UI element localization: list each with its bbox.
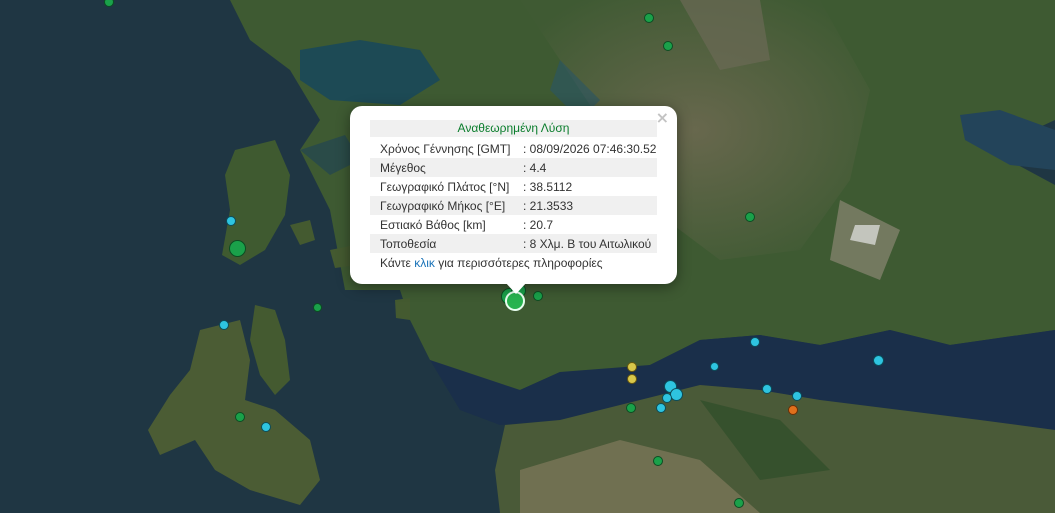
earthquake-marker[interactable]: [626, 403, 636, 413]
map-view[interactable]: × Αναθεωρημένη Λύση Χρόνος Γέννησης [GMT…: [0, 0, 1055, 513]
more-info-suffix: για περισσότερες πληροφορίες: [434, 256, 603, 270]
earthquake-marker[interactable]: [235, 412, 245, 422]
earthquake-marker[interactable]: [219, 320, 229, 330]
earthquake-marker[interactable]: [710, 362, 719, 371]
earthquake-marker[interactable]: [313, 303, 322, 312]
earthquake-marker[interactable]: [229, 240, 246, 257]
earthquake-marker[interactable]: [653, 456, 663, 466]
info-label: Μέγεθος: [370, 158, 523, 177]
earthquake-marker[interactable]: [762, 384, 772, 394]
info-row-latitude: Γεωγραφικό Πλάτος [°N] : 38.5112: [370, 177, 657, 196]
earthquake-marker[interactable]: [261, 422, 271, 432]
info-value: : 21.3533: [523, 196, 657, 215]
more-info-text: Κάντε κλικ για περισσότερες πληροφορίες: [370, 256, 657, 270]
earthquake-marker[interactable]: [788, 405, 798, 415]
earthquake-marker[interactable]: [662, 393, 672, 403]
info-value: : 20.7: [523, 217, 554, 232]
earthquake-marker[interactable]: [533, 291, 543, 301]
earthquake-info-popup: × Αναθεωρημένη Λύση Χρόνος Γέννησης [GMT…: [350, 106, 677, 284]
selected-earthquake-marker[interactable]: [505, 291, 525, 311]
info-row-depth: Εστιακό Βάθος [km] : 20.7: [370, 215, 657, 234]
popup-title: Αναθεωρημένη Λύση: [370, 120, 657, 137]
info-value: : 38.5112: [523, 179, 573, 194]
earthquake-marker[interactable]: [670, 388, 683, 401]
info-label: Χρόνος Γέννησης [GMT]: [380, 141, 511, 156]
earthquake-marker[interactable]: [750, 337, 760, 347]
earthquake-marker[interactable]: [745, 212, 755, 222]
info-row-location: Τοποθεσία : 8 Χλμ. Β του Αιτωλικού: [370, 234, 657, 253]
earthquake-marker[interactable]: [644, 13, 654, 23]
info-value: : 8 Χλμ. Β του Αιτωλικού: [523, 234, 657, 253]
earthquake-info-table: Χρόνος Γέννησης [GMT] : 08/09/2026 07:46…: [370, 139, 657, 253]
earthquake-marker[interactable]: [627, 362, 637, 372]
popup-tip: [505, 282, 527, 294]
earthquake-marker[interactable]: [873, 355, 884, 366]
close-icon[interactable]: ×: [656, 109, 669, 127]
info-label: Γεωγραφικό Μήκος [°E]: [370, 196, 523, 215]
info-value: : 4.4: [523, 158, 657, 177]
more-info-link[interactable]: κλικ: [414, 256, 435, 270]
earthquake-marker[interactable]: [656, 403, 666, 413]
more-info-prefix: Κάντε: [380, 256, 415, 270]
info-value: : 08/09/2026 07:46:30.52: [523, 141, 657, 156]
info-row-longitude: Γεωγραφικό Μήκος [°E] : 21.3533: [370, 196, 657, 215]
info-label: Τοποθεσία: [370, 234, 523, 253]
earthquake-marker[interactable]: [663, 41, 673, 51]
earthquake-marker[interactable]: [627, 374, 637, 384]
info-label: Εστιακό Βάθος [km]: [380, 217, 486, 232]
info-label: Γεωγραφικό Πλάτος [°N]: [380, 179, 510, 194]
info-row-magnitude: Μέγεθος : 4.4: [370, 158, 657, 177]
earthquake-marker[interactable]: [226, 216, 236, 226]
info-row-time: Χρόνος Γέννησης [GMT] : 08/09/2026 07:46…: [370, 139, 657, 158]
earthquake-marker[interactable]: [734, 498, 744, 508]
earthquake-marker[interactable]: [792, 391, 802, 401]
